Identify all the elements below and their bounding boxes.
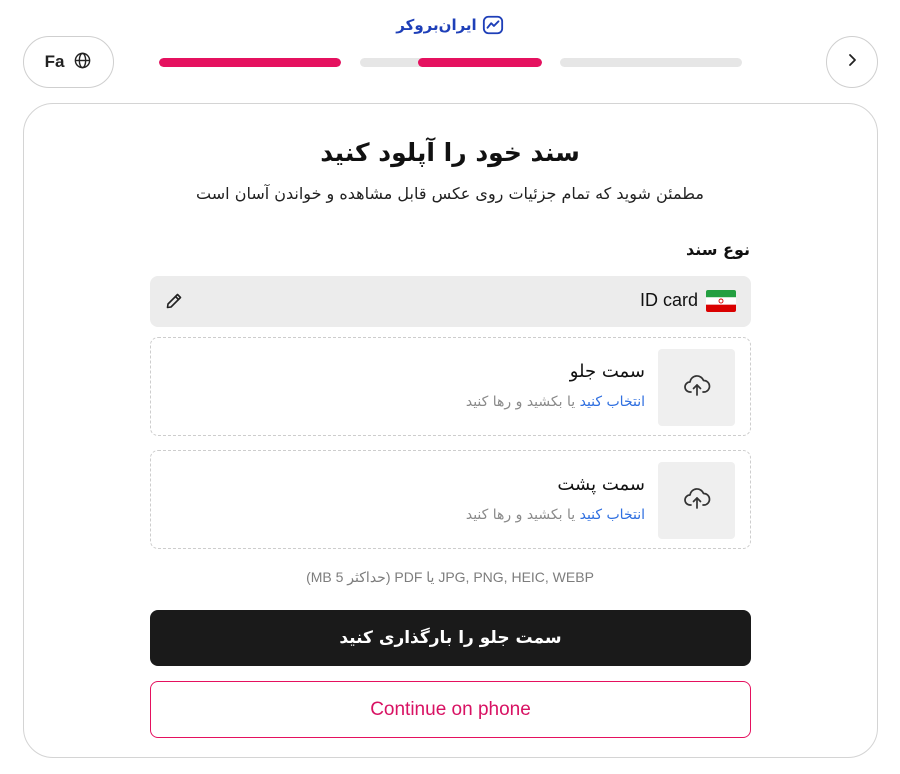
continue-on-phone-button[interactable]: Continue on phone — [150, 681, 751, 738]
iran-flag-icon — [706, 290, 736, 312]
language-button[interactable]: Fa — [23, 36, 114, 88]
progress-step-2 — [360, 58, 542, 67]
chevron-right-icon — [844, 52, 860, 72]
progress-fill — [418, 58, 542, 67]
back-select-link[interactable]: انتخاب کنید — [580, 507, 645, 523]
brand-logo: ایران‌بروکر — [0, 14, 900, 36]
progress-step-3 — [560, 58, 742, 67]
front-side-hint: انتخاب کنید یا بکشید و رها کنید — [466, 394, 645, 410]
front-upload-box[interactable] — [658, 349, 735, 426]
front-side-dropzone[interactable]: سمت جلو انتخاب کنید یا بکشید و رها کنید — [150, 337, 751, 436]
page-title: سند خود را آپلود کنید — [320, 138, 580, 167]
document-type-select[interactable]: ID card — [150, 276, 751, 327]
progress-step-1 — [159, 58, 341, 67]
logo-chart-icon — [482, 14, 504, 36]
cloud-upload-icon — [682, 371, 712, 405]
next-button[interactable] — [826, 36, 878, 88]
front-hint-text: یا بکشید و رها کنید — [465, 394, 580, 410]
page-subtitle: مطمئن شوید که تمام جزئیات روی عکس قابل م… — [196, 184, 704, 203]
logo-text: ایران‌بروکر — [396, 16, 477, 34]
document-type-label: نوع سند — [685, 240, 750, 259]
pencil-icon[interactable] — [164, 291, 184, 311]
accepted-formats-note: JPG, PNG, HEIC, WEBP یا PDF (حداکثر 5 MB… — [306, 569, 594, 585]
cloud-upload-icon — [682, 484, 712, 518]
language-label: Fa — [44, 52, 65, 71]
progress-fill — [159, 58, 341, 67]
back-side-title: سمت پشت — [557, 474, 645, 495]
globe-icon — [73, 51, 92, 74]
upload-front-button[interactable]: سمت جلو را بارگذاری کنید — [150, 610, 751, 666]
back-side-dropzone[interactable]: سمت پشت انتخاب کنید یا بکشید و رها کنید — [150, 450, 751, 549]
back-hint-text: یا بکشید و رها کنید — [465, 507, 580, 523]
front-side-title: سمت جلو — [569, 361, 645, 382]
front-select-link[interactable]: انتخاب کنید — [580, 394, 645, 410]
back-side-hint: انتخاب کنید یا بکشید و رها کنید — [466, 507, 645, 523]
back-upload-box[interactable] — [658, 462, 735, 539]
document-type-value: ID card — [639, 290, 698, 310]
